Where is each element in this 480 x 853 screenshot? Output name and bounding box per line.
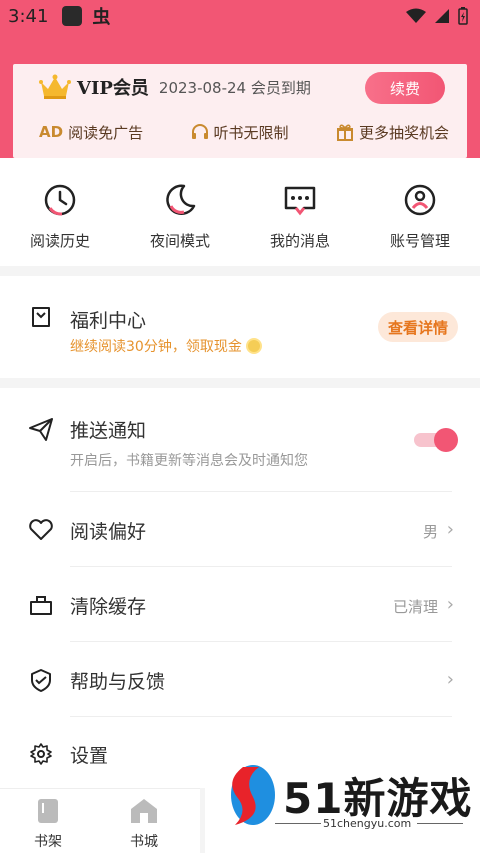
clock-icon bbox=[44, 184, 76, 216]
watermark-logo: 51新游戏 51chengyu.com bbox=[205, 755, 480, 853]
chevron-right-icon: › bbox=[446, 669, 454, 690]
gear-icon bbox=[30, 743, 52, 765]
bookshelf-icon bbox=[38, 799, 58, 823]
status-time: 3:41 bbox=[8, 5, 49, 27]
chevron-right-icon: › bbox=[446, 594, 454, 615]
settings-list: 推送通知 开启后，书籍更新等消息会及时通知您 阅读偏好 男 › 清除缓存 已清理… bbox=[0, 388, 480, 788]
renew-button[interactable]: 续费 bbox=[365, 72, 445, 104]
quick-my-messages[interactable]: 我的消息 bbox=[240, 158, 360, 266]
row-title: 推送通知 bbox=[70, 420, 147, 442]
help-icon bbox=[31, 669, 51, 692]
message-icon bbox=[284, 186, 316, 216]
vip-expire-date: 2023-08-24 会员到期 bbox=[158, 78, 311, 97]
perk-label: 听书无限制 bbox=[213, 123, 289, 142]
quick-label: 我的消息 bbox=[269, 232, 330, 250]
row-push-notifications[interactable]: 推送通知 开启后，书籍更新等消息会及时通知您 bbox=[0, 388, 480, 492]
quick-night-mode[interactable]: 夜间模式 bbox=[120, 158, 240, 266]
ad-icon: AD bbox=[39, 123, 64, 141]
perk-no-ads: AD 阅读免广告 bbox=[39, 122, 143, 143]
vip-card[interactable]: VIP会员 2023-08-24 会员到期 续费 AD 阅读免广告 听书无限制 … bbox=[13, 64, 467, 158]
perk-audiobook: 听书无限制 bbox=[191, 122, 289, 143]
battery-icon bbox=[458, 7, 468, 25]
row-value: 男 bbox=[422, 523, 438, 541]
quick-label: 账号管理 bbox=[389, 232, 450, 250]
signal-icon bbox=[435, 9, 449, 23]
headphones-icon bbox=[191, 124, 208, 139]
row-title: 清除缓存 bbox=[70, 596, 147, 618]
row-title: 帮助与反馈 bbox=[70, 671, 166, 693]
row-clear-cache[interactable]: 清除缓存 已清理 › bbox=[0, 567, 480, 642]
perk-lottery: 更多抽奖机会 bbox=[336, 122, 449, 143]
gift-icon bbox=[336, 124, 353, 141]
broom-icon bbox=[30, 596, 52, 615]
welfare-subtitle-text: 继续阅读30分钟，领取现金 bbox=[70, 339, 242, 355]
account-icon bbox=[404, 184, 436, 216]
welfare-icon bbox=[32, 307, 50, 327]
vip-title: VIP会员 bbox=[77, 78, 149, 99]
quick-label: 夜间模式 bbox=[149, 232, 210, 250]
watermark-line-right bbox=[417, 823, 463, 824]
moon-icon bbox=[166, 184, 196, 216]
welfare-title: 福利中心 bbox=[70, 310, 147, 332]
wifi-icon bbox=[406, 8, 426, 23]
watermark-url: 51chengyu.com bbox=[323, 817, 412, 830]
vip-perks: AD 阅读免广告 听书无限制 更多抽奖机会 bbox=[39, 120, 449, 144]
row-title: 阅读偏好 bbox=[70, 521, 147, 543]
coin-icon bbox=[245, 338, 262, 354]
chevron-right-icon: › bbox=[446, 519, 454, 540]
perk-label: 更多抽奖机会 bbox=[358, 123, 449, 142]
bottom-tab-bar: 书架 书城 bbox=[0, 788, 200, 853]
row-help-feedback[interactable]: 帮助与反馈 › bbox=[0, 642, 480, 717]
tab-bookshelf[interactable]: 书架 bbox=[0, 789, 96, 853]
perk-label: 阅读免广告 bbox=[68, 123, 144, 142]
crown-icon bbox=[39, 74, 71, 99]
row-value: 已清理 bbox=[392, 598, 438, 616]
welfare-subtitle: 继续阅读30分钟，领取现金 bbox=[70, 336, 262, 356]
tab-bookstore[interactable]: 书城 bbox=[96, 789, 192, 853]
view-details-button[interactable]: 查看详情 bbox=[378, 312, 458, 342]
watermark-line-left bbox=[275, 823, 321, 824]
row-title: 设置 bbox=[70, 745, 109, 767]
row-reading-preference[interactable]: 阅读偏好 男 › bbox=[0, 492, 480, 567]
bug-icon: 虫 bbox=[92, 7, 111, 28]
status-icons bbox=[406, 7, 468, 25]
logo-icon bbox=[231, 765, 275, 825]
status-bar: 3:41 虫 bbox=[0, 0, 480, 32]
tab-label: 书架 bbox=[34, 834, 62, 850]
bookstore-icon bbox=[131, 799, 157, 823]
app-notification-icon bbox=[62, 6, 83, 26]
quick-account-management[interactable]: 账号管理 bbox=[360, 158, 480, 266]
push-toggle[interactable] bbox=[414, 428, 458, 452]
vip-header: VIP会员 2023-08-24 会员到期 bbox=[39, 74, 311, 100]
toggle-knob bbox=[434, 428, 458, 452]
quick-reading-history[interactable]: 阅读历史 bbox=[0, 158, 120, 266]
heart-icon bbox=[29, 519, 53, 540]
row-subtitle: 开启后，书籍更新等消息会及时通知您 bbox=[70, 453, 308, 469]
quick-label: 阅读历史 bbox=[29, 232, 90, 250]
quick-actions: 阅读历史 夜间模式 我的消息 账号管理 bbox=[0, 158, 480, 266]
send-icon bbox=[29, 418, 53, 441]
welfare-center[interactable]: 福利中心 继续阅读30分钟，领取现金 查看详情 bbox=[0, 276, 480, 378]
tab-label: 书城 bbox=[130, 834, 158, 850]
